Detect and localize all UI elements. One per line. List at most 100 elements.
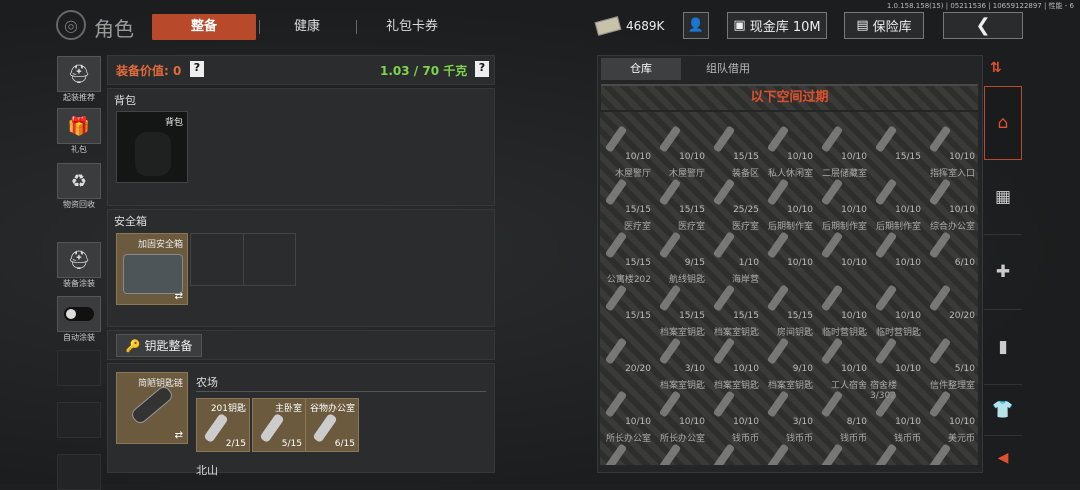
back-button[interactable]: ❮ <box>943 12 1023 39</box>
storage-cell[interactable]: 15/15 <box>762 270 816 323</box>
trader-avatar-button[interactable]: 👤 <box>683 12 709 39</box>
tab-loadout[interactable]: 整备 <box>152 14 256 40</box>
storage-cell[interactable]: 海岸营 15/15 <box>708 270 762 323</box>
key-icon <box>604 390 628 418</box>
storage-cell[interactable]: 10/10 <box>870 270 924 323</box>
tab-warehouse[interactable]: 仓库 <box>601 58 681 80</box>
storage-grid: 10/10 10/10 15/15 10/10 10/10 15/15 10/10 木屋警厅 1… <box>600 112 978 465</box>
storage-cell[interactable]: 后期制作室 10/10 <box>762 217 816 270</box>
tab-divider <box>259 20 260 34</box>
item-name: 木屋警厅 <box>614 169 651 179</box>
storage-cell[interactable]: 医疗室 15/15 <box>600 217 654 270</box>
key-item[interactable]: 201钥匙 2/15 <box>196 398 250 452</box>
storage-cell[interactable]: 档案室钥匙 3/10 <box>762 376 816 429</box>
storage-cell[interactable]: 档案室钥匙 10/10 <box>654 376 708 429</box>
item-name: 海岸营 <box>731 275 759 285</box>
storage-cell[interactable]: 指挥室入口 10/10 <box>924 164 978 217</box>
key-icon <box>766 390 790 418</box>
sidebar-item-label: 起装推荐 <box>63 93 95 102</box>
storage-cell[interactable]: 10/10 <box>654 112 708 164</box>
help-icon[interactable]: ? <box>190 61 204 77</box>
storage-cell[interactable]: 临时营钥匙 10/10 <box>870 323 924 376</box>
sidebar-item-paint[interactable]: ⛑ 装备涂装 <box>57 242 101 289</box>
storage-cell[interactable]: 10/10 <box>816 270 870 323</box>
storage-cell[interactable]: 10/10 <box>762 112 816 164</box>
tab-health[interactable]: 健康 <box>262 14 352 40</box>
storage-cell[interactable]: 航线钥匙 15/15 <box>654 270 708 323</box>
swap-icon[interactable]: ⇄ <box>175 430 183 441</box>
storage-cell[interactable]: 10/10 <box>870 164 924 217</box>
storage-cell[interactable]: 10/10 <box>600 112 654 164</box>
key-item[interactable]: 谷物办公室 6/15 <box>305 398 359 452</box>
sidebar-item-auto-paint[interactable]: 自动涂装 <box>57 296 101 343</box>
key-name: 主卧室 <box>274 404 302 414</box>
storage-cell[interactable]: 综合办公室 6/10 <box>924 217 978 270</box>
arrow-left-icon[interactable]: ◀ <box>986 446 1020 470</box>
storage-cell[interactable]: 后期制作室 10/10 <box>870 217 924 270</box>
storage-cell[interactable]: 公寓楼202 15/15 <box>600 270 654 323</box>
sidebar-item-recycle[interactable]: ♻ 物资回收 <box>57 163 101 210</box>
item-count: 10/10 <box>733 364 759 374</box>
storage-cell[interactable]: 钱币币200000 <box>816 429 870 465</box>
empty-sidebar-slot <box>57 402 101 438</box>
medkit-icon[interactable]: ✚ <box>984 235 1022 310</box>
backpack-slot[interactable]: 背包 <box>116 111 188 183</box>
storage-cell[interactable]: 装备区 25/25 <box>708 164 762 217</box>
key-loadout-button[interactable]: 🔑 钥匙整备 <box>116 334 202 357</box>
storage-cell[interactable]: 15/15 <box>870 112 924 164</box>
storage-cell[interactable]: 二层储藏室 10/10 <box>816 164 870 217</box>
storage-cell[interactable]: 所长办公室10/10 <box>600 429 654 465</box>
key-count: 2/15 <box>225 439 246 449</box>
auto-paint-toggle[interactable] <box>64 307 94 321</box>
safe-slot[interactable]: 加固安全箱 ⇄ <box>116 233 188 305</box>
sidebar-item-gift[interactable]: 🎁 礼包 <box>57 108 101 155</box>
backpack-section: 背包 背包 <box>107 88 495 206</box>
storage-cell[interactable]: 房间钥匙 9/10 <box>762 323 816 376</box>
storage-cell[interactable]: 医疗室 1/10 <box>708 217 762 270</box>
box-icon[interactable]: ▦ <box>984 160 1022 235</box>
storage-cell[interactable]: 工人宿舍 8/10 <box>816 376 870 429</box>
storage-cell[interactable]: 20/20 <box>600 323 654 376</box>
sort-icon[interactable]: ⇅ <box>990 60 1002 76</box>
storage-cell[interactable]: 5/10 <box>924 323 978 376</box>
tab-gift-cards[interactable]: 礼包卡券 <box>360 14 464 40</box>
storage-cell[interactable]: 私人休闲室 10/10 <box>762 164 816 217</box>
storage-cell[interactable]: 档案室钥匙 10/10 <box>708 376 762 429</box>
shirt-icon[interactable]: 👕 <box>984 385 1022 436</box>
item-name: 工人宿舍 <box>830 381 867 391</box>
storage-cell[interactable]: 钱币币200000 <box>762 429 816 465</box>
storage-cell[interactable]: 档案室钥匙 10/10 <box>708 323 762 376</box>
key-icon <box>712 125 736 153</box>
storage-cell[interactable]: 档案室钥匙 3/10 <box>654 323 708 376</box>
storage-cell[interactable]: 10/10 <box>600 376 654 429</box>
storage-cell[interactable]: 木屋警厅 15/15 <box>600 164 654 217</box>
help-icon[interactable]: ? <box>475 61 489 77</box>
storage-cell[interactable]: 10/10 <box>816 112 870 164</box>
storage-cell[interactable]: 后期制作室 10/10 <box>816 217 870 270</box>
key-name: 201钥匙 <box>210 404 246 414</box>
storage-cell[interactable]: 20/20 <box>924 270 978 323</box>
item-name: 钱币币 <box>893 434 921 444</box>
cash-storage-button[interactable]: ▣ 现金库 10M <box>727 12 827 39</box>
storage-cell[interactable]: 所长办公室10/10 <box>654 429 708 465</box>
storage-cell[interactable]: 美元币18784 <box>924 429 978 465</box>
key-icon <box>766 231 790 259</box>
tab-team-borrow[interactable]: 组队借用 <box>683 58 773 80</box>
home-icon[interactable]: ⌂ <box>984 86 1022 160</box>
storage-cell[interactable]: 临时营钥匙 10/10 <box>816 323 870 376</box>
keychain-slot[interactable]: 简陋钥匙链 ⇄ <box>116 372 188 444</box>
storage-cell[interactable]: 宿舍楼 3/302 10/10 <box>870 376 924 429</box>
sidebar-item-loadout-recommend[interactable]: ⛑ 起装推荐 <box>57 56 101 103</box>
insurance-button[interactable]: ▤ 保险库 <box>844 12 924 39</box>
region-label: 农场 <box>196 376 218 389</box>
storage-cell[interactable]: 10/10 <box>924 112 978 164</box>
magazine-icon[interactable]: ▮ <box>984 310 1022 385</box>
storage-cell[interactable]: 钱币币139258 <box>870 429 924 465</box>
key-item[interactable]: 主卧室 5/15 <box>252 398 306 452</box>
storage-cell[interactable]: 15/15 <box>708 112 762 164</box>
storage-cell[interactable]: 信件整理室 10/10 <box>924 376 978 429</box>
storage-cell[interactable]: 木屋警厅 15/15 <box>654 164 708 217</box>
swap-icon[interactable]: ⇄ <box>175 291 183 302</box>
storage-cell[interactable]: 医疗室 9/15 <box>654 217 708 270</box>
storage-cell[interactable]: 钱币币200000 <box>708 429 762 465</box>
